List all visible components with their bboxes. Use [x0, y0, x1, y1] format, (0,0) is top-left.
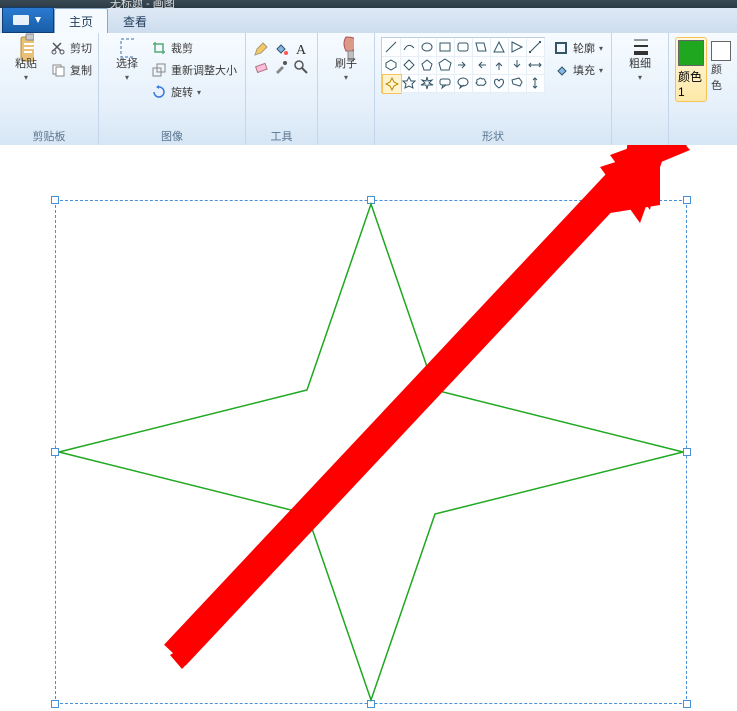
clipboard-icon	[18, 40, 34, 56]
title-bar: 无标题 - 画图	[0, 0, 737, 8]
ribbon: 粘贴 ▾ 剪切 复制 剪贴板	[0, 33, 737, 146]
color1-swatch	[678, 40, 704, 66]
chevron-down-icon: ▾	[197, 88, 201, 97]
tab-view[interactable]: 查看	[108, 8, 162, 33]
outline-button[interactable]: 轮廓 ▾	[551, 39, 605, 57]
window-title: 无标题 - 画图	[110, 0, 175, 8]
chevron-down-icon: ▾	[125, 73, 129, 82]
group-shapes-label: 形状	[381, 127, 605, 145]
group-clipboard-label: 剪贴板	[6, 127, 92, 145]
text-tool[interactable]: A	[293, 41, 309, 57]
canvas-area[interactable]	[0, 145, 737, 711]
scissors-icon	[50, 40, 66, 56]
tab-home[interactable]: 主页	[54, 8, 108, 33]
group-tools: A 工具	[246, 33, 318, 145]
app-menu-button[interactable]	[2, 7, 54, 33]
chevron-down-icon: ▾	[599, 44, 603, 53]
color2-swatch	[711, 41, 731, 61]
zoom-tool[interactable]	[293, 59, 309, 75]
resize-button[interactable]: 重新调整大小	[149, 61, 239, 79]
shape-four-point-star[interactable]	[382, 74, 402, 94]
group-colors: 颜色 1 颜色	[669, 33, 737, 145]
fill-button[interactable]: 填充 ▾	[551, 61, 605, 79]
selection-icon	[119, 40, 135, 56]
paint-window: 无标题 - 画图 主页 查看 粘贴 ▾ 剪切	[0, 0, 737, 711]
crop-button[interactable]: 裁剪	[149, 39, 239, 57]
paste-button[interactable]: 粘贴 ▾	[4, 37, 48, 87]
brush-icon	[338, 40, 354, 56]
chevron-down-icon: ▾	[638, 73, 642, 82]
size-button[interactable]: 粗细▾	[618, 37, 662, 87]
fill-tool[interactable]	[273, 41, 289, 57]
paste-label: 粘贴	[15, 58, 37, 70]
group-clipboard: 粘贴 ▾ 剪切 复制 剪贴板	[0, 33, 99, 145]
svg-text:A: A	[296, 43, 307, 57]
chevron-down-icon: ▾	[24, 73, 28, 82]
brush-button[interactable]: 刷子▾	[324, 37, 368, 87]
resize-icon	[151, 62, 167, 78]
picker-tool[interactable]	[273, 59, 289, 75]
rotate-icon	[151, 84, 167, 100]
ribbon-tabstrip: 主页 查看	[0, 8, 737, 33]
copy-icon	[50, 62, 66, 78]
copy-button[interactable]: 复制	[48, 61, 94, 79]
outline-icon	[553, 40, 569, 56]
eraser-tool[interactable]	[253, 59, 269, 75]
shape-gallery[interactable]	[381, 37, 545, 93]
four-point-star-shape	[55, 200, 687, 704]
group-brush: 刷子▾	[318, 33, 375, 145]
fill-icon	[553, 62, 569, 78]
size-icon	[632, 40, 648, 56]
chevron-down-icon: ▾	[344, 73, 348, 82]
selection-box[interactable]	[55, 200, 687, 704]
select-button[interactable]: 选择▾	[105, 37, 149, 87]
tab-home-label: 主页	[69, 13, 93, 30]
group-image-label: 图像	[105, 127, 239, 145]
pencil-tool[interactable]	[253, 41, 269, 57]
crop-icon	[151, 40, 167, 56]
group-size: 粗细▾	[612, 33, 669, 145]
tab-view-label: 查看	[123, 13, 147, 30]
group-shapes: 轮廓 ▾ 填充 ▾ 形状	[375, 33, 612, 145]
cut-button[interactable]: 剪切	[48, 39, 94, 57]
color2-button[interactable]: 颜色	[711, 37, 731, 93]
group-image: 选择▾ 裁剪 重新调整大小 旋转 ▾ 图像	[99, 33, 246, 145]
group-tools-label: 工具	[252, 127, 311, 145]
color1-button[interactable]: 颜色 1	[675, 37, 707, 102]
chevron-down-icon: ▾	[599, 66, 603, 75]
rotate-button[interactable]: 旋转 ▾	[149, 83, 239, 101]
